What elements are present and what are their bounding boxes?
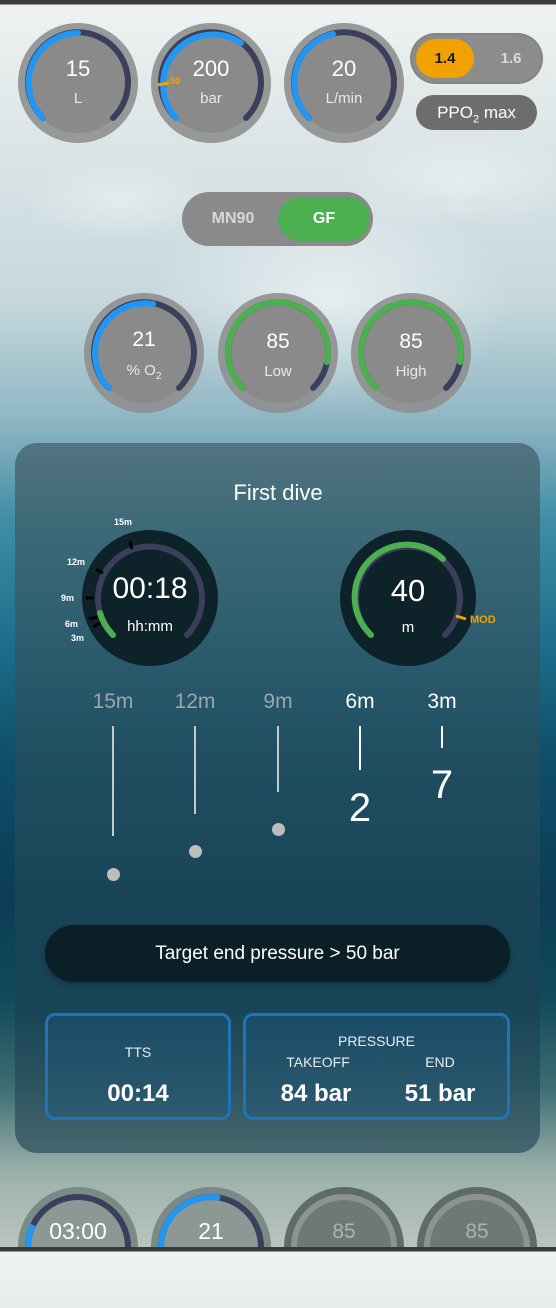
algorithm-option-mn90[interactable]: MN90: [187, 197, 279, 241]
dive-time-unit: hh:mm: [127, 618, 173, 635]
stop-depth-label: 15m: [92, 690, 134, 713]
stop-marker: [107, 868, 120, 881]
oxygen-percent-value: 21: [132, 328, 156, 351]
tank-pressure-gauge-ring: [151, 23, 271, 143]
tank-pressure-gauge[interactable]: 50 200 bar: [150, 22, 272, 144]
gf-high-unit: High: [395, 363, 427, 380]
depth-value: 40: [390, 573, 426, 608]
oxygen-percent-gauge[interactable]: 21 % O2: [83, 292, 205, 414]
tank-volume-value: 15: [65, 56, 91, 81]
end-value: 51 bar: [404, 1080, 476, 1107]
dive-title: First dive: [233, 480, 323, 505]
stop-depth-label: 9m: [263, 690, 293, 713]
stop-9m: 9m: [248, 690, 308, 890]
bottom-time-value: 03:00: [49, 1218, 107, 1244]
ppo2-toggle: 1.4 1.6: [410, 33, 543, 84]
tank-volume-gauge[interactable]: 15 L: [17, 22, 139, 144]
stop-minutes: 7: [430, 763, 454, 807]
mod-marker-label: MOD: [470, 614, 496, 626]
stop-line: [277, 726, 279, 792]
algorithm-toggle: MN90 GF: [182, 192, 373, 246]
tank-volume-gauge-ring: [18, 23, 138, 143]
oxygen-unit-sub: 2: [155, 371, 162, 382]
stop-depth-label: 12m: [174, 690, 216, 713]
bottom-gf-low-gauge[interactable]: 85: [283, 1186, 405, 1308]
consumption-unit: L/min: [325, 90, 363, 107]
stop-line: [359, 726, 361, 770]
gf-high-value: 85: [399, 330, 423, 353]
depth-gauge[interactable]: 40 m: [338, 528, 478, 668]
bottom-time-gauge[interactable]: 03:00: [17, 1186, 139, 1308]
stop-15m: 15m: [83, 690, 143, 890]
dive-time-gauge[interactable]: 00:18 hh:mm: [80, 528, 220, 668]
pressure-card: PRESSURE TAKEOFF END 84 bar 51 bar: [243, 1013, 510, 1120]
oxygen-unit-main: % O: [126, 362, 156, 379]
tank-pressure-value: 200: [192, 56, 230, 81]
gf-high-gauge[interactable]: 85 High: [350, 292, 472, 414]
ppo2-label-main: PPO: [437, 103, 473, 122]
bottom-gf-low-value: 85: [332, 1220, 356, 1243]
time-tick-label-3m: 3m: [71, 633, 85, 643]
consumption-value: 20: [331, 56, 357, 81]
stop-depth-label: 3m: [427, 690, 457, 713]
bottom-oxygen-value: 21: [198, 1218, 224, 1244]
tank-volume-unit: L: [73, 90, 83, 107]
ppo2-option-1-4[interactable]: 1.4: [416, 39, 474, 78]
oxygen-percent-unit: % O2: [83, 362, 205, 382]
tts-label: TTS: [124, 1044, 152, 1060]
pressure-label: PRESSURE: [337, 1033, 416, 1049]
stop-marker: [189, 845, 202, 858]
stop-minutes: 2: [348, 786, 372, 830]
tts-value: 00:14: [107, 1080, 169, 1107]
algorithm-option-gf[interactable]: GF: [278, 197, 370, 241]
dive-time-value: 00:18: [112, 572, 188, 605]
time-tick-label-6m: 6m: [65, 619, 79, 629]
stop-6m: 6m 2: [330, 690, 390, 890]
bottom-gf-high-value: 85: [465, 1220, 489, 1243]
tts-card: TTS 00:14: [45, 1013, 231, 1120]
gf-low-gauge[interactable]: 85 Low: [217, 292, 339, 414]
end-label: END: [425, 1054, 455, 1070]
stop-marker: [272, 823, 285, 836]
oxygen-percent-gauge-ring: [84, 293, 204, 413]
takeoff-label: TAKEOFF: [286, 1054, 350, 1070]
time-tick-label-12m: 12m: [67, 557, 86, 567]
stop-line: [112, 726, 114, 836]
gf-low-unit: Low: [264, 363, 292, 380]
ppo2-label-rest: max: [479, 103, 516, 122]
consumption-gauge[interactable]: 20 L/min: [283, 22, 405, 144]
gf-low-value: 85: [266, 330, 290, 353]
ppo2-option-1-6[interactable]: 1.6: [482, 39, 540, 78]
time-tick-label-15m: 15m: [114, 517, 133, 527]
depth-unit: m: [401, 619, 415, 636]
ppo2-max-label: PPO2 max: [416, 95, 537, 130]
stop-depth-label: 6m: [345, 690, 375, 713]
tank-pressure-unit: bar: [200, 90, 222, 107]
time-tick-label-9m: 9m: [61, 593, 75, 603]
stop-12m: 12m: [165, 690, 225, 890]
bottom-gf-high-gauge[interactable]: 85: [416, 1186, 538, 1308]
stop-3m: 3m 7: [412, 690, 472, 890]
stop-line: [194, 726, 196, 814]
bottom-oxygen-gauge[interactable]: 21: [150, 1186, 272, 1308]
takeoff-value: 84 bar: [280, 1080, 352, 1107]
target-end-pressure: Target end pressure > 50 bar: [45, 925, 510, 982]
stop-line: [441, 726, 443, 748]
consumption-gauge-ring: [284, 23, 404, 143]
